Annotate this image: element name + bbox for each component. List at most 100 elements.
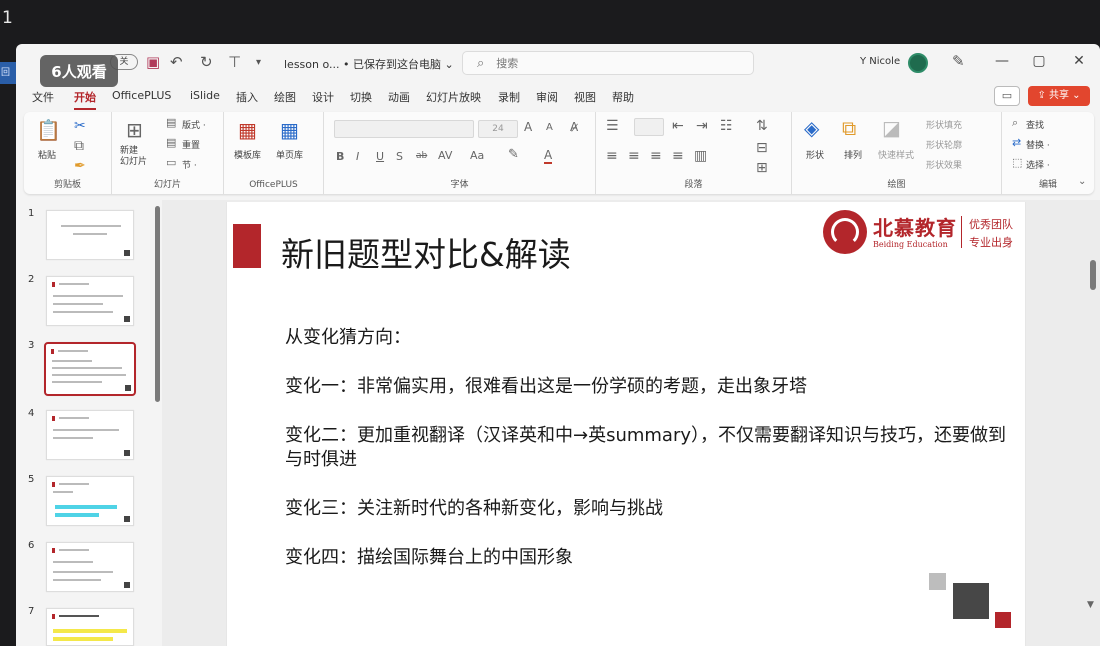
arrange-label[interactable]: 排列 [844,148,862,161]
slide-thumbnail[interactable] [46,210,134,260]
undo-icon[interactable]: ↶ [170,53,183,71]
shape-fill-button[interactable]: 形状填充 [926,118,962,131]
tab-animations[interactable]: 动画 [388,89,410,105]
slide-thumbnail[interactable] [46,276,134,326]
maximize-button[interactable]: ▢ [1029,53,1049,69]
new-slide-icon[interactable]: ⊞ [126,118,143,142]
quick-access-more-icon[interactable]: ▾ [256,57,261,68]
tab-slideshow[interactable]: 幻灯片放映 [426,89,481,105]
slide-thumbnail-selected[interactable] [44,342,136,396]
tab-record[interactable]: 录制 [498,89,520,105]
tab-insert[interactable]: 插入 [236,89,258,105]
current-slide[interactable]: 新旧题型对比&解读 北慕教育 Beiding Education 优秀团队 专业… [226,202,1026,646]
slide-thumbnail[interactable] [46,476,134,526]
underline-button[interactable]: U [376,150,384,163]
clipboard-group: 📋 粘贴 ✂ ⧉ ✒ 剪贴板 [24,112,112,194]
shape-outline-button[interactable]: 形状轮廓 [926,138,962,151]
cut-icon[interactable]: ✂ [74,118,86,134]
shrink-font-icon[interactable]: A [546,122,553,133]
scroll-down-icon[interactable]: ▼ [1087,600,1094,610]
slide-vertical-scrollbar[interactable] [1090,260,1096,290]
save-icon[interactable]: ▣ [146,53,160,71]
new-slide-label[interactable]: 新建 幻灯片 [120,146,147,168]
slide-thumbnail[interactable] [46,410,134,460]
paste-icon[interactable]: 📋 [36,118,61,142]
increase-indent-icon[interactable]: ⇥ [696,118,708,134]
tab-file[interactable]: 文件 [32,89,54,105]
shapes-icon[interactable]: ◈ [804,116,819,140]
slide-title[interactable]: 新旧题型对比&解读 [281,228,571,276]
logo-divider [961,216,962,248]
section-button[interactable]: 节 · [182,158,197,171]
align-center-icon[interactable]: ≡ [628,148,640,164]
italic-button[interactable]: I [356,150,359,163]
tab-home[interactable]: 开始 [74,89,96,110]
user-name[interactable]: Y Nicole [860,56,900,67]
decrease-indent-icon[interactable]: ⇤ [672,118,684,134]
comments-button[interactable]: ▭ [994,86,1020,106]
copy-icon[interactable]: ⧉ [74,138,84,154]
columns-icon[interactable]: ▥ [694,148,707,164]
template-library-label[interactable]: 模板库 [234,148,261,161]
tab-review[interactable]: 审阅 [536,89,558,105]
clear-format-icon[interactable]: A̷ [570,120,578,134]
tab-design[interactable]: 设计 [312,89,334,105]
layout-button[interactable]: 版式 · [182,118,206,131]
tab-officeplus[interactable]: OfficePLUS [112,89,171,102]
tab-islide[interactable]: iSlide [190,89,220,102]
close-button[interactable]: ✕ [1069,53,1089,69]
slide-thumbnail[interactable] [46,608,134,646]
char-spacing-button[interactable]: AV [438,149,452,162]
change-case-button[interactable]: Aa [470,149,484,162]
text-direction-icon[interactable]: ⇅ [756,118,768,134]
highlight-icon[interactable]: ✎ [508,147,519,162]
shadow-button[interactable]: S [396,150,403,163]
quick-styles-label[interactable]: 快速样式 [878,148,914,161]
replace-icon: ⇄ [1012,136,1022,149]
justify-icon[interactable]: ≡ [672,148,684,164]
replace-button[interactable]: 替换 · [1026,138,1050,151]
align-left-icon[interactable]: ≡ [606,148,618,164]
quick-styles-icon[interactable]: ◪ [882,116,901,140]
page-library-label[interactable]: 单页库 [276,148,303,161]
slide-thumbnail[interactable] [46,542,134,592]
shapes-label[interactable]: 形状 [806,148,824,161]
collapse-ribbon-icon[interactable]: ⌄ [1078,176,1086,187]
present-icon[interactable]: ⊤ [228,53,241,71]
search-box[interactable]: ⌕ 搜索 [462,51,754,75]
share-button[interactable]: ⇪ 共享 ⌄ [1028,86,1090,106]
tab-help[interactable]: 帮助 [612,89,634,105]
thumbnails-scrollbar[interactable] [155,206,160,402]
shape-effects-button[interactable]: 形状效果 [926,158,962,171]
align-right-icon[interactable]: ≡ [650,148,662,164]
tab-transitions[interactable]: 切换 [350,89,372,105]
numbering-button[interactable] [634,118,664,136]
font-size-box[interactable]: 24 [478,120,518,138]
document-title[interactable]: lesson o... • 已保存到这台电脑 ⌄ [284,56,454,72]
tab-view[interactable]: 视图 [574,89,596,105]
find-button[interactable]: 查找 [1026,118,1044,131]
font-color-button[interactable]: A [544,148,553,164]
bullets-icon[interactable]: ☰ [606,118,619,134]
arrange-icon[interactable]: ⧉ [842,116,856,140]
font-name-box[interactable] [334,120,474,138]
slides-group-label: 幻灯片 [153,180,181,190]
page-library-icon[interactable]: ▦ [280,118,299,142]
grow-font-icon[interactable]: A [524,120,532,134]
reset-button[interactable]: 重置 [182,138,200,151]
slide-body-text[interactable]: 从变化猜方向： 变化一：非常偏实用，很难看出这是一份学硕的考题，走出象牙塔 变化… [285,326,1015,595]
bold-button[interactable]: B [336,150,344,163]
format-painter-icon[interactable]: ✒ [74,158,86,174]
line-spacing-icon[interactable]: ☷ [720,118,733,134]
minimize-button[interactable]: — [992,53,1012,69]
strikethrough-button[interactable]: ab [416,151,427,161]
pen-icon[interactable]: ✎ [952,52,965,70]
template-library-icon[interactable]: ▦ [238,118,257,142]
align-text-icon[interactable]: ⊟ [756,140,768,156]
redo-icon[interactable]: ↻ [200,53,213,71]
select-button[interactable]: 选择 · [1026,158,1050,171]
tab-draw[interactable]: 绘图 [274,89,296,105]
font-group: 24 A A A̷ B I U S ab AV Aa ✎ A 字体 [324,112,596,194]
avatar[interactable] [908,53,928,73]
smartart-icon[interactable]: ⊞ [756,160,768,176]
